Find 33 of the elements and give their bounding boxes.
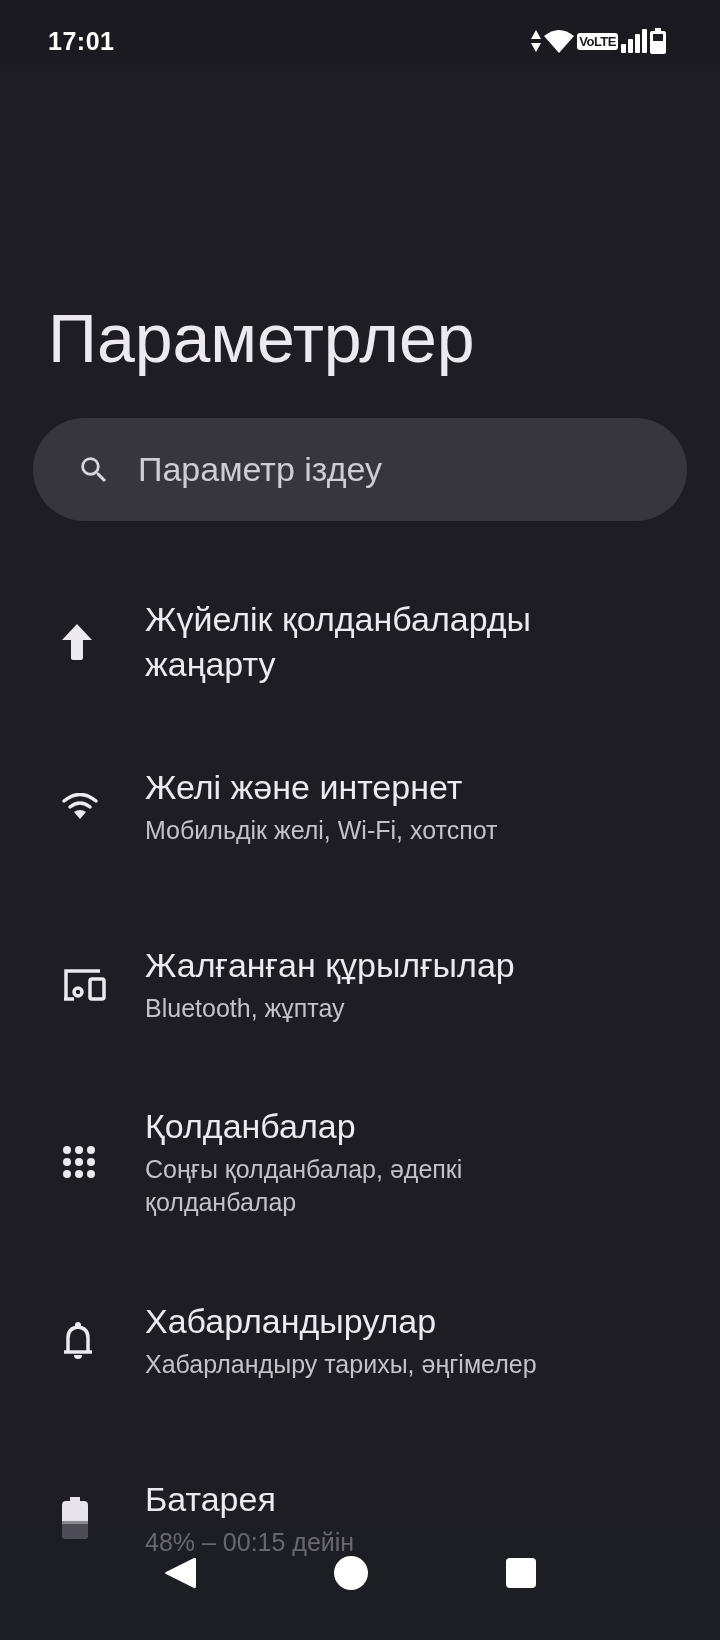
item-title: Жүйелік қолданбаларды жаңарту (145, 598, 533, 685)
signal-icon (621, 29, 647, 53)
settings-item[interactable]: Қолданбалар Соңғы қолданбалар, әдепкі қолданбалар (0, 1072, 720, 1251)
status-time: 17:01 (48, 26, 115, 56)
search-field[interactable]: Параметр іздеу (33, 417, 687, 521)
battery-icon (650, 28, 666, 54)
settings-item[interactable]: Батарея 48% – 00:15 дейін (0, 1428, 720, 1607)
item-title: Жалғанған құрылғылар (145, 944, 515, 986)
back-button[interactable] (164, 1556, 196, 1590)
wifi-icon (544, 29, 575, 53)
page-title: Параметрлер (48, 299, 476, 378)
home-button[interactable] (334, 1556, 368, 1590)
item-subtitle: Хабарландыру тарихы, әңгімелер (145, 1348, 537, 1380)
data-arrows-icon (531, 30, 542, 52)
settings-item[interactable]: Жалғанған құрылғылар Bluetooth, жұптау (0, 894, 720, 1073)
upload-arrow-icon (62, 623, 92, 660)
item-title: Қолданбалар (145, 1106, 357, 1148)
settings-item[interactable]: Жүйелік қолданбаларды жаңарту (0, 566, 720, 717)
item-subtitle: 48% – 00:15 дейін (145, 1526, 355, 1558)
item-title: Желі және интернет (145, 766, 464, 808)
battery-icon (62, 1496, 88, 1539)
bell-icon (62, 1320, 94, 1359)
wifi-icon (62, 792, 98, 819)
item-title: Хабарландырулар (145, 1300, 438, 1342)
settings-item[interactable]: Хабарландырулар Хабарландыру тарихы, әңгімелер (0, 1250, 720, 1429)
item-subtitle: Соңғы қолданбалар, әдепкі қолданбалар (145, 1154, 464, 1219)
item-title: Батарея (145, 1478, 277, 1520)
item-subtitle: Bluetooth, жұптау (145, 992, 346, 1024)
apps-grid-icon (62, 1144, 96, 1179)
settings-item[interactable]: Желі және интернет Мобильдік желі, Wi-Fi, хотспот (0, 716, 720, 895)
devices-icon (62, 966, 108, 1001)
volte-badge: VoLTE (577, 32, 618, 50)
item-subtitle: Мобильдік желі, Wi-Fi, хотспот (145, 814, 498, 846)
